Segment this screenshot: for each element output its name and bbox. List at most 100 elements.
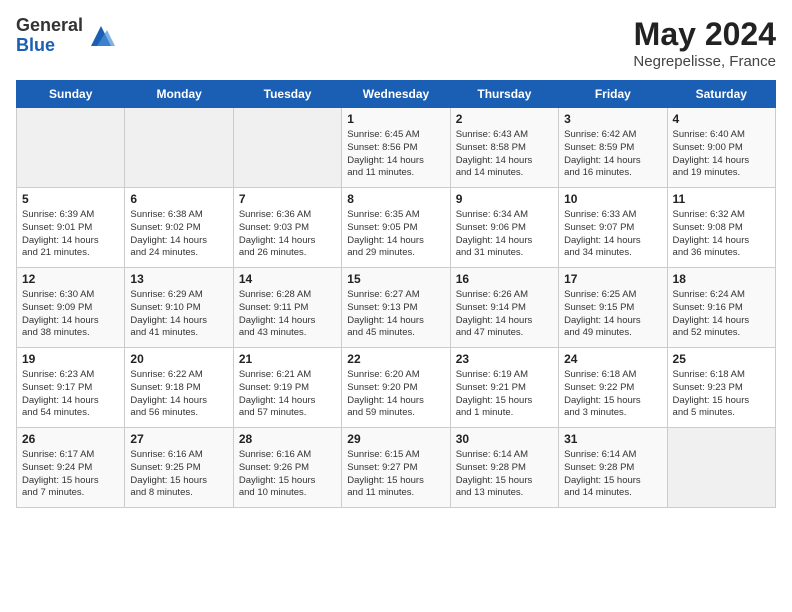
- day-info: Sunrise: 6:40 AM Sunset: 9:00 PM Dayligh…: [673, 129, 770, 180]
- day-number: 28: [239, 432, 336, 446]
- day-info: Sunrise: 6:22 AM Sunset: 9:18 PM Dayligh…: [130, 369, 227, 420]
- day-info: Sunrise: 6:33 AM Sunset: 9:07 PM Dayligh…: [564, 209, 661, 260]
- day-number: 22: [347, 352, 444, 366]
- day-number: 2: [456, 112, 553, 126]
- day-number: 13: [130, 272, 227, 286]
- day-number: 19: [22, 352, 119, 366]
- calendar-cell: 21Sunrise: 6:21 AM Sunset: 9:19 PM Dayli…: [233, 348, 341, 428]
- day-info: Sunrise: 6:26 AM Sunset: 9:14 PM Dayligh…: [456, 289, 553, 340]
- day-info: Sunrise: 6:16 AM Sunset: 9:26 PM Dayligh…: [239, 449, 336, 500]
- day-info: Sunrise: 6:38 AM Sunset: 9:02 PM Dayligh…: [130, 209, 227, 260]
- calendar-cell: 26 Sunrise: 6:17 AM Sunset: 9:24 PM Dayli…: [17, 428, 125, 508]
- calendar-cell: 27 Sunrise: 6:16 AM Sunset: 9:25 PM Dayli…: [125, 428, 233, 508]
- calendar-cell: [125, 108, 233, 188]
- calendar-cell: 23 Sunrise: 6:19 AM Sunset: 9:21 PM Dayli…: [450, 348, 558, 428]
- calendar-cell: [233, 108, 341, 188]
- calendar-cell: 30 Sunrise: 6:14 AM Sunset: 9:28 PM Dayli…: [450, 428, 558, 508]
- title-block: May 2024 Negrepelisse, France: [633, 16, 776, 70]
- logo-general-text: General: [16, 16, 83, 36]
- day-info: Sunrise: 6:16 AM Sunset: 9:25 PM Dayligh…: [130, 449, 227, 500]
- calendar-cell: [667, 428, 775, 508]
- day-info: Sunrise: 6:28 AM Sunset: 9:11 PM Dayligh…: [239, 289, 336, 340]
- day-number: 10: [564, 192, 661, 206]
- day-number: 18: [673, 272, 770, 286]
- header-tuesday: Tuesday: [233, 81, 341, 108]
- calendar-cell: 2 Sunrise: 6:43 AM Sunset: 8:58 PM Daylig…: [450, 108, 558, 188]
- day-number: 25: [673, 352, 770, 366]
- day-number: 7: [239, 192, 336, 206]
- calendar-cell: 12 Sunrise: 6:30 AM Sunset: 9:09 PM Dayli…: [17, 268, 125, 348]
- day-info: Sunrise: 6:43 AM Sunset: 8:58 PM Dayligh…: [456, 129, 553, 180]
- day-number: 26: [22, 432, 119, 446]
- header-friday: Friday: [559, 81, 667, 108]
- day-info: Sunrise: 6:19 AM Sunset: 9:21 PM Dayligh…: [456, 369, 553, 420]
- day-number: 1: [347, 112, 444, 126]
- day-number: 6: [130, 192, 227, 206]
- calendar-cell: 16Sunrise: 6:26 AM Sunset: 9:14 PM Dayli…: [450, 268, 558, 348]
- calendar-table: Sunday Monday Tuesday Wednesday Thursday…: [16, 80, 776, 508]
- day-number: 31: [564, 432, 661, 446]
- day-info: Sunrise: 6:32 AM Sunset: 9:08 PM Dayligh…: [673, 209, 770, 260]
- day-number: 3: [564, 112, 661, 126]
- calendar-cell: 6 Sunrise: 6:38 AM Sunset: 9:02 PM Daylig…: [125, 188, 233, 268]
- day-number: 15: [347, 272, 444, 286]
- day-info: Sunrise: 6:34 AM Sunset: 9:06 PM Dayligh…: [456, 209, 553, 260]
- calendar-cell: [17, 108, 125, 188]
- calendar-cell: 1 Sunrise: 6:45 AM Sunset: 8:56 PM Daylig…: [342, 108, 450, 188]
- day-info: Sunrise: 6:14 AM Sunset: 9:28 PM Dayligh…: [456, 449, 553, 500]
- calendar-cell: 25 Sunrise: 6:18 AM Sunset: 9:23 PM Dayli…: [667, 348, 775, 428]
- day-number: 8: [347, 192, 444, 206]
- day-info: Sunrise: 6:35 AM Sunset: 9:05 PM Dayligh…: [347, 209, 444, 260]
- day-info: Sunrise: 6:36 AM Sunset: 9:03 PM Dayligh…: [239, 209, 336, 260]
- page-header: General Blue May 2024 Negrepelisse, Fran…: [16, 16, 776, 70]
- month-title: May 2024: [633, 16, 776, 53]
- calendar-week-5: 26 Sunrise: 6:17 AM Sunset: 9:24 PM Dayli…: [17, 428, 776, 508]
- logo-icon: [87, 22, 115, 50]
- day-number: 5: [22, 192, 119, 206]
- calendar-cell: 3 Sunrise: 6:42 AM Sunset: 8:59 PM Daylig…: [559, 108, 667, 188]
- day-info: Sunrise: 6:23 AM Sunset: 9:17 PM Dayligh…: [22, 369, 119, 420]
- day-number: 30: [456, 432, 553, 446]
- calendar-cell: 10 Sunrise: 6:33 AM Sunset: 9:07 PM Dayli…: [559, 188, 667, 268]
- header-monday: Monday: [125, 81, 233, 108]
- calendar-cell: 8 Sunrise: 6:35 AM Sunset: 9:05 PM Daylig…: [342, 188, 450, 268]
- day-info: Sunrise: 6:27 AM Sunset: 9:13 PM Dayligh…: [347, 289, 444, 340]
- day-number: 27: [130, 432, 227, 446]
- calendar-cell: 15 Sunrise: 6:27 AM Sunset: 9:13 PM Dayli…: [342, 268, 450, 348]
- header-sunday: Sunday: [17, 81, 125, 108]
- day-info: Sunrise: 6:14 AM Sunset: 9:28 PM Dayligh…: [564, 449, 661, 500]
- calendar-cell: 29Sunrise: 6:15 AM Sunset: 9:27 PM Dayli…: [342, 428, 450, 508]
- day-number: 11: [673, 192, 770, 206]
- calendar-cell: 20 Sunrise: 6:22 AM Sunset: 9:18 PM Dayli…: [125, 348, 233, 428]
- day-info: Sunrise: 6:30 AM Sunset: 9:09 PM Dayligh…: [22, 289, 119, 340]
- calendar-cell: 11 Sunrise: 6:32 AM Sunset: 9:08 PM Dayli…: [667, 188, 775, 268]
- calendar-cell: 19 Sunrise: 6:23 AM Sunset: 9:17 PM Dayli…: [17, 348, 125, 428]
- header-saturday: Saturday: [667, 81, 775, 108]
- logo-blue-text: Blue: [16, 36, 83, 56]
- calendar-cell: 22 Sunrise: 6:20 AM Sunset: 9:20 PM Dayli…: [342, 348, 450, 428]
- calendar-cell: 9Sunrise: 6:34 AM Sunset: 9:06 PM Daylig…: [450, 188, 558, 268]
- calendar-cell: 17Sunrise: 6:25 AM Sunset: 9:15 PM Dayli…: [559, 268, 667, 348]
- day-info: Sunrise: 6:42 AM Sunset: 8:59 PM Dayligh…: [564, 129, 661, 180]
- calendar-week-3: 12 Sunrise: 6:30 AM Sunset: 9:09 PM Dayli…: [17, 268, 776, 348]
- calendar-header-row: Sunday Monday Tuesday Wednesday Thursday…: [17, 81, 776, 108]
- day-number: 12: [22, 272, 119, 286]
- day-info: Sunrise: 6:18 AM Sunset: 9:23 PM Dayligh…: [673, 369, 770, 420]
- calendar-cell: 31 Sunrise: 6:14 AM Sunset: 9:28 PM Dayli…: [559, 428, 667, 508]
- calendar-cell: 14 Sunrise: 6:28 AM Sunset: 9:11 PM Dayli…: [233, 268, 341, 348]
- day-info: Sunrise: 6:39 AM Sunset: 9:01 PM Dayligh…: [22, 209, 119, 260]
- day-info: Sunrise: 6:29 AM Sunset: 9:10 PM Dayligh…: [130, 289, 227, 340]
- calendar-cell: 24Sunrise: 6:18 AM Sunset: 9:22 PM Dayli…: [559, 348, 667, 428]
- day-number: 20: [130, 352, 227, 366]
- day-info: Sunrise: 6:20 AM Sunset: 9:20 PM Dayligh…: [347, 369, 444, 420]
- day-number: 14: [239, 272, 336, 286]
- day-number: 23: [456, 352, 553, 366]
- calendar-cell: 13 Sunrise: 6:29 AM Sunset: 9:10 PM Dayli…: [125, 268, 233, 348]
- day-info: Sunrise: 6:45 AM Sunset: 8:56 PM Dayligh…: [347, 129, 444, 180]
- calendar-cell: 28 Sunrise: 6:16 AM Sunset: 9:26 PM Dayli…: [233, 428, 341, 508]
- calendar-cell: 5 Sunrise: 6:39 AM Sunset: 9:01 PM Daylig…: [17, 188, 125, 268]
- day-info: Sunrise: 6:15 AM Sunset: 9:27 PM Dayligh…: [347, 449, 444, 500]
- calendar-cell: 4Sunrise: 6:40 AM Sunset: 9:00 PM Daylig…: [667, 108, 775, 188]
- day-info: Sunrise: 6:17 AM Sunset: 9:24 PM Dayligh…: [22, 449, 119, 500]
- header-thursday: Thursday: [450, 81, 558, 108]
